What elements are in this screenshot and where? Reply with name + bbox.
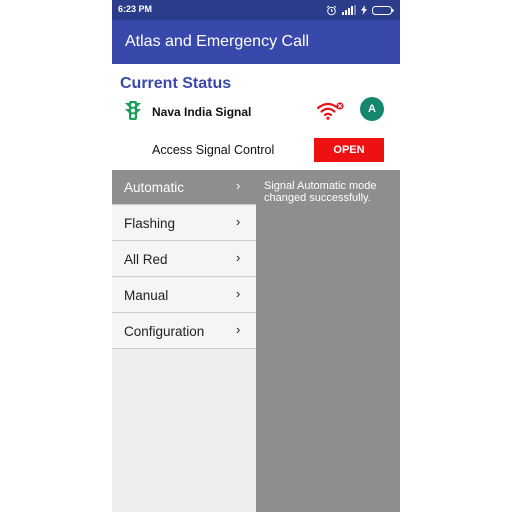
charging-icon [361,5,367,15]
menu-item-flashing[interactable]: Flashing › [112,206,256,241]
chevron-right-icon: › [236,178,241,193]
app-bar: Atlas and Emergency Call [112,20,400,64]
menu-item-label: All Red [124,252,168,267]
menu-item-label: Flashing [124,216,176,231]
access-signal-control-label: Access Signal Control [152,143,275,157]
chevron-right-icon: › [236,322,241,337]
status-bar: 6:23 PM [112,0,400,20]
current-status-heading: Current Status [120,75,232,92]
menu-item-configuration[interactable]: Configuration › [112,314,256,349]
signal-name: Nava India Signal [152,105,252,119]
signal-icon [342,5,356,15]
open-button[interactable]: OPEN [314,138,384,162]
status-icons [326,4,394,16]
app-title: Atlas and Emergency Call [125,33,310,50]
traffic-light-icon [125,101,141,120]
chevron-right-icon: › [236,286,241,301]
app-screen: 6:23 PM Atlas and Emergency Call Current… [112,0,400,512]
battery-icon [372,5,394,15]
avatar[interactable]: A [360,97,384,121]
menu-item-label: Automatic [124,180,185,195]
detail-panel: Signal Automatic mode changed successful… [256,170,400,512]
alarm-icon [326,5,337,15]
menu-item-manual[interactable]: Manual › [112,278,256,313]
menu-item-all-red[interactable]: All Red › [112,242,256,277]
status-time: 6:23 PM [118,4,153,14]
wifi-off-icon [317,102,344,120]
menu-item-automatic[interactable]: Automatic › [112,170,256,205]
mode-menu: Automatic › Flashing › All Red › Manual … [112,170,256,512]
menu-item-label: Configuration [124,324,205,339]
chevron-right-icon: › [236,250,241,265]
menu-item-label: Manual [124,288,169,303]
status-message: Signal Automatic mode changed successful… [264,180,377,204]
chevron-right-icon: › [236,214,241,229]
